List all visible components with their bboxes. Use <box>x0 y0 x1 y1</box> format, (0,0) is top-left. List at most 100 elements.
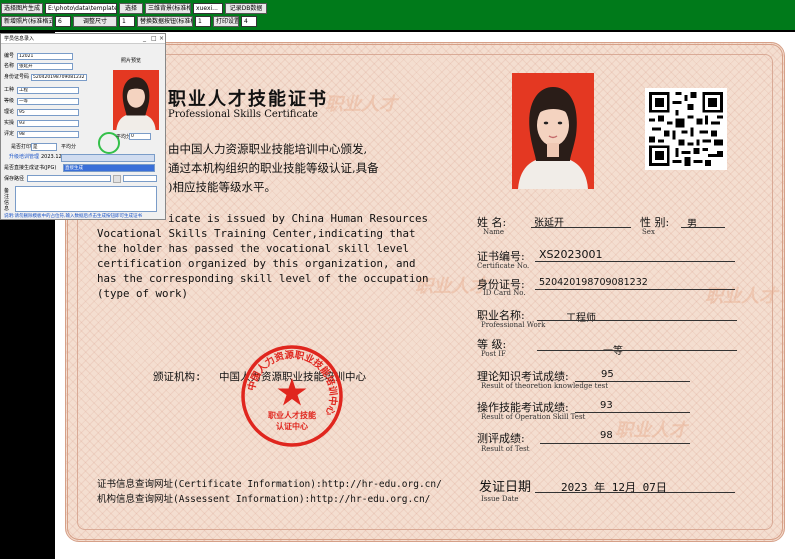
record-db-button[interactable]: 记录DB数据 <box>225 3 267 14</box>
remarks-label: 备注信息 <box>4 188 10 212</box>
certificate-title: 职业人才技能证书 <box>168 89 328 110</box>
field-label: 身份证号码 <box>4 74 30 80</box>
eval-underline <box>540 443 690 444</box>
print-input[interactable]: 4 <box>241 16 257 27</box>
job-label-en: Professional Work <box>481 321 546 329</box>
issuer-label: 颁证机构: <box>153 371 202 383</box>
stamp-line2: 认证中心 <box>276 421 308 431</box>
issue-date-label: 发证日期 <box>479 480 532 495</box>
resize-button[interactable]: 调整尺寸 <box>73 16 117 27</box>
portrait-thumbnail <box>113 70 159 130</box>
sex-label-en: Sex <box>642 228 655 236</box>
score-input[interactable]: 0 <box>129 133 151 140</box>
field-label: 等级 <box>4 98 15 104</box>
job-input[interactable]: 工程 <box>17 87 79 94</box>
mode-select-bar[interactable] <box>61 154 155 162</box>
stamp-line1: 职业人才技能 <box>268 410 316 420</box>
level-label-en: Post IF <box>481 350 506 358</box>
job-underline <box>537 320 737 321</box>
cert-no-value: XS2023001 <box>539 248 603 261</box>
add-photo-button[interactable]: 新增照片(标准格式) <box>1 16 53 27</box>
skill-value: 93 <box>600 400 613 411</box>
eval-input[interactable]: 98 <box>17 131 79 138</box>
assessment-query-url: 机构信息查询网址(Assessent Information):http://h… <box>97 494 431 505</box>
skill-input[interactable]: 93 <box>17 120 79 127</box>
id-card-input[interactable]: 520420198709081232 jpg <box>31 74 87 81</box>
field-label: 工种 <box>4 87 15 93</box>
id-label-en: ID Card No. <box>483 289 526 297</box>
cert-no-label-en: Certificate No. <box>477 262 530 270</box>
qr-code <box>645 88 727 170</box>
resize-input[interactable]: 1 <box>119 16 135 27</box>
issue-date-label-en: Issue Date <box>481 495 519 503</box>
eval-value: 98 <box>600 430 613 441</box>
official-stamp: 中国人力资源职业技能培训中心 职业人才技能 认证中心 <box>240 344 344 448</box>
certificate-query-url: 证书信息查询网址(Certificate Information):http:/… <box>97 479 442 490</box>
field-label: 评定 <box>4 131 15 137</box>
id-value: 520420198709081232 <box>539 277 648 288</box>
top-toolbar: 选择图片生成 E:\photo\data\template\zhengshu\\… <box>0 0 795 30</box>
remarks-textarea[interactable] <box>15 186 157 212</box>
folder-icon[interactable] <box>113 175 121 183</box>
intro-en-line: the holder has passed the vocational ski… <box>97 242 410 255</box>
skill-underline <box>575 412 690 413</box>
print-select[interactable]: 是 <box>31 143 57 151</box>
save-path-label: 保存路径 <box>4 176 25 182</box>
intro-en-line: icate is issued by China Human Resources <box>168 212 429 225</box>
field-label: 编号 <box>4 53 15 59</box>
portrait-image <box>512 73 594 189</box>
replace-input[interactable]: 1 <box>195 16 211 27</box>
generate-mode-label: 是否直接生成证书(JPG) <box>4 165 57 171</box>
intro-en-line: has the corresponding skill level of the… <box>97 272 429 285</box>
intro-cn-line: )相应技能等级水平。 <box>168 180 276 194</box>
red-seal-icon: 中国人力资源职业技能培训中心 职业人才技能 认证中心 <box>241 345 343 447</box>
photo-count-input[interactable]: 6 <box>55 16 71 27</box>
status-hint: 说明:请勿删除模板中的占位符,输入数据后点击生成按钮即可生成证书 <box>4 214 142 219</box>
theory-underline <box>575 381 690 382</box>
select-image-button[interactable]: 选择图片生成 <box>1 3 43 14</box>
save-path-input[interactable] <box>27 175 111 182</box>
field-label: 理论 <box>4 109 15 115</box>
template-path-input[interactable]: E:\photo\data\template\zhengshu\\15招以上 <box>45 3 117 14</box>
qr-code-icon <box>649 92 723 166</box>
id-number-input[interactable]: 12021 <box>17 53 73 60</box>
field-label: 实操 <box>4 120 15 126</box>
photo-preview-label: 照片预览 <box>121 58 142 64</box>
sex-underline <box>681 227 725 228</box>
intro-en-line: certification organized by this organiza… <box>97 257 416 270</box>
upgrade-link[interactable]: 升级培训管理 <box>9 154 39 161</box>
extra-path-input[interactable] <box>123 175 157 182</box>
level-input[interactable]: 一等 <box>17 98 79 105</box>
intro-en-line: Vocational Skills Training Center,indica… <box>97 227 416 240</box>
name-underline <box>531 227 631 228</box>
certificate-preview: 职业人才 职业人才 职业人才 职业人才 职业人才技能证书 Professiona… <box>55 32 795 559</box>
browse-button[interactable]: 选择 <box>119 3 143 14</box>
name-input[interactable]: 张延开 <box>17 63 73 70</box>
skill-label-en: Result of Operation Skill Test <box>481 413 586 421</box>
app-window: 选择图片生成 E:\photo\data\template\zhengshu\\… <box>0 0 795 559</box>
theory-label-en: Result of theoretion knowledge test <box>481 382 609 390</box>
watermark: 职业人才 <box>705 286 777 307</box>
job-value: 工程师 <box>566 313 596 324</box>
certificate-subtitle: Professional Skills Certificate <box>168 109 318 120</box>
watermark: 职业人才 <box>615 420 687 441</box>
student-info-dialog: 学员信息录入 _ □ × 照片预览 编号 12021 名称 张延开 身份证号码 … <box>0 33 166 220</box>
background-input[interactable]: xuexi... <box>193 3 223 14</box>
score-label: 平均分 <box>61 144 77 150</box>
intro-cn-line: 由中国人力资源职业技能培训中心颁发, <box>168 142 368 156</box>
intro-en-line: (type of work) <box>97 287 189 300</box>
background-button[interactable]: 三维背景(标准格式) <box>145 3 191 14</box>
minimize-icon[interactable]: _ <box>143 35 146 43</box>
generate-mode-select[interactable]: 直接生成 <box>63 164 155 172</box>
id-underline <box>535 289 735 290</box>
intro-cn-line: 通过本机构组织的职业技能等级认证,具备 <box>168 161 379 175</box>
close-icon[interactable]: × <box>159 35 164 43</box>
holder-photo <box>512 73 594 189</box>
print-label: 是否打印 <box>11 144 32 150</box>
theory-input[interactable]: 95 <box>17 109 79 116</box>
name-label-en: Name <box>483 228 505 236</box>
dialog-photo <box>113 70 159 130</box>
maximize-icon[interactable]: □ <box>151 35 157 43</box>
print-settings-button[interactable]: 打印设置 <box>213 16 239 27</box>
replace-data-button[interactable]: 替换数据按钮(标准格式) <box>137 16 193 27</box>
